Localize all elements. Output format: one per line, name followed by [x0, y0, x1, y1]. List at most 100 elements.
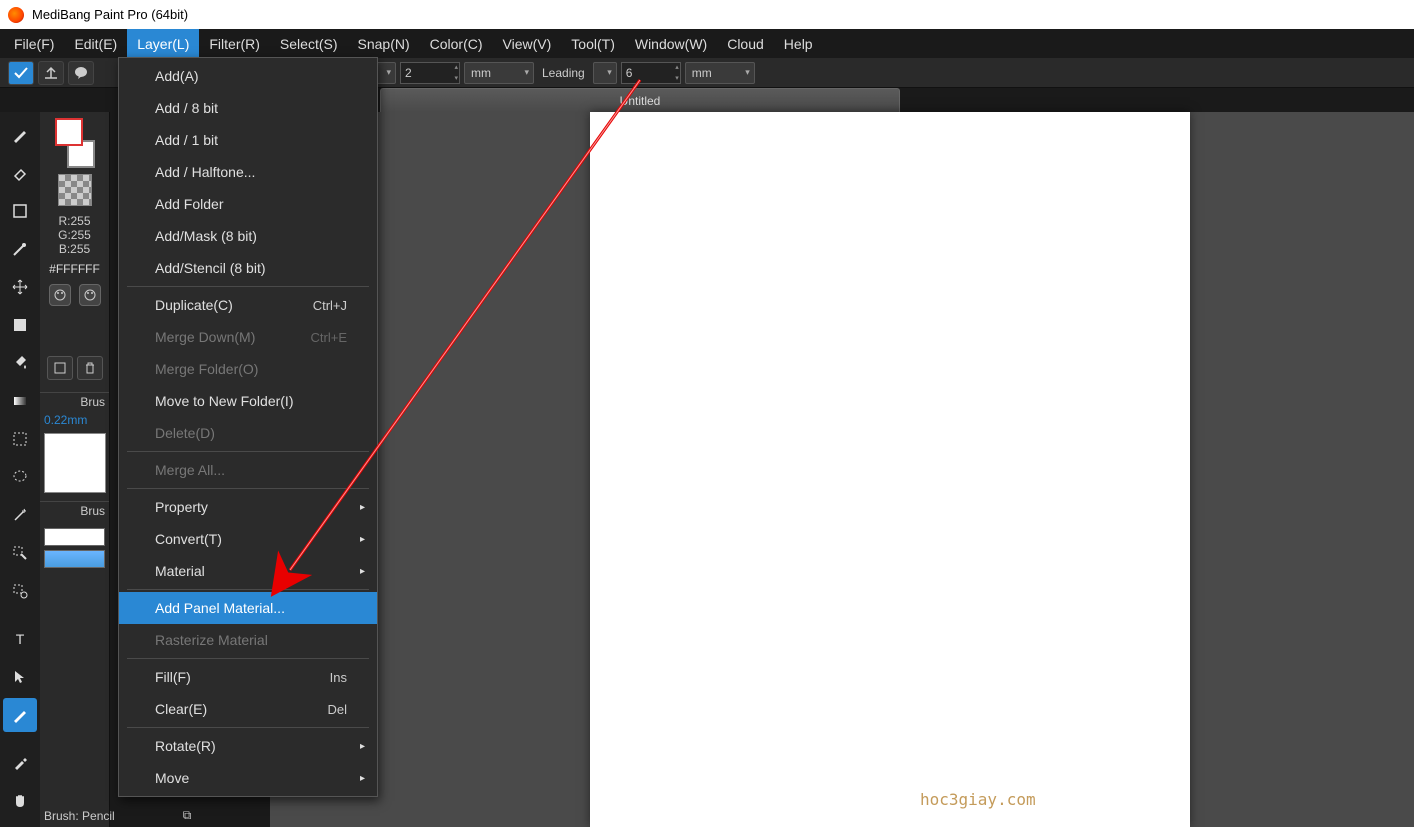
menu-item-add-8-bit[interactable]: Add / 8 bit	[119, 92, 377, 124]
layer-new-btn[interactable]	[47, 356, 73, 380]
layer-delete-btn[interactable]	[77, 356, 103, 380]
menu-item-add-folder[interactable]: Add Folder	[119, 188, 377, 220]
tool-text[interactable]: T	[3, 622, 37, 656]
tool-operation[interactable]	[3, 660, 37, 694]
opt-unit-1[interactable]: mm	[464, 62, 534, 84]
menu-item-move[interactable]: Move▸	[119, 762, 377, 794]
tool-fill[interactable]	[3, 308, 37, 342]
brush-footer-label: Brush: Pencil	[44, 809, 115, 823]
brush-panel-label-1: Brus	[40, 392, 109, 411]
menu-item-material[interactable]: Material▸	[119, 555, 377, 587]
menu-item-add-panel-material[interactable]: Add Panel Material...	[119, 592, 377, 624]
tool-divide[interactable]	[3, 698, 37, 732]
brush-list	[40, 520, 109, 576]
menu-item-convert-t[interactable]: Convert(T)▸	[119, 523, 377, 555]
canvas-container[interactable]	[270, 112, 1414, 827]
menu-item-label: Add / 8 bit	[155, 100, 218, 116]
canvas[interactable]	[590, 112, 1190, 827]
menu-item-merge-folder-o: Merge Folder(O)	[119, 353, 377, 385]
menu-item-clear-e[interactable]: Clear(E)Del	[119, 693, 377, 725]
opt-btn-share[interactable]	[38, 61, 64, 85]
menu-layer[interactable]: Layer(L)	[127, 29, 199, 58]
menu-item-label: Convert(T)	[155, 531, 222, 547]
submenu-arrow-icon: ▸	[360, 741, 365, 752]
menu-tool[interactable]: Tool(T)	[561, 29, 625, 58]
app-icon	[8, 7, 24, 23]
menu-item-rotate-r[interactable]: Rotate(R) ▸	[119, 730, 377, 762]
menu-item-merge-all: Merge All...	[119, 454, 377, 486]
menu-help[interactable]: Help	[774, 29, 823, 58]
menu-item-add-stencil-8-bit[interactable]: Add/Stencil (8 bit)	[119, 252, 377, 284]
color-swatches[interactable]	[55, 118, 95, 168]
fill-square-icon	[11, 316, 29, 334]
side-panel: R:255 G:255 B:255 #FFFFFF Brus 0.22mm Br…	[40, 112, 110, 827]
brush-size-preview[interactable]	[44, 433, 106, 493]
submenu-arrow-icon: ▸	[360, 773, 365, 784]
watermark: hoc3giay.com	[920, 790, 1036, 809]
layer-action-buttons	[40, 352, 109, 384]
document-tab[interactable]: Untitled	[380, 88, 900, 112]
app-title: MediBang Paint Pro (64bit)	[32, 7, 188, 22]
menu-separator	[127, 727, 369, 728]
page-icon	[53, 361, 67, 375]
menu-item-label: Rotate(R)	[155, 738, 216, 754]
opt-btn-confirm[interactable]	[8, 61, 34, 85]
menu-window[interactable]: Window(W)	[625, 29, 717, 58]
tool-lasso[interactable]	[3, 460, 37, 494]
pointer-icon	[11, 668, 29, 686]
popout-icon[interactable]: ⧉	[183, 808, 192, 823]
menu-item-add-halftone[interactable]: Add / Halftone...	[119, 156, 377, 188]
menu-filter[interactable]: Filter(R)	[199, 29, 270, 58]
menu-select[interactable]: Select(S)	[270, 29, 348, 58]
tool-eyedropper[interactable]	[3, 746, 37, 780]
brush-size-label: 0.22mm	[40, 411, 109, 429]
tool-brush[interactable]	[3, 118, 37, 152]
b-value: B:255	[40, 242, 109, 256]
palette-btn-1[interactable]	[49, 284, 71, 306]
menu-shortcut: Ins	[330, 670, 347, 685]
menu-item-add-mask-8-bit[interactable]: Add/Mask (8 bit)	[119, 220, 377, 252]
tool-bucket[interactable]	[3, 346, 37, 380]
menu-item-add-a[interactable]: Add(A)	[119, 60, 377, 92]
menu-item-move-to-new-folder-i[interactable]: Move to New Folder(I)	[119, 385, 377, 417]
menu-item-label: Add/Stencil (8 bit)	[155, 260, 266, 276]
tool-magic-wand[interactable]	[3, 498, 37, 532]
tool-select-rect[interactable]	[3, 422, 37, 456]
menu-view[interactable]: View(V)	[493, 29, 562, 58]
menu-snap[interactable]: Snap(N)	[348, 29, 420, 58]
brush-footer: Brush: Pencil ⧉	[44, 808, 191, 823]
share-icon	[42, 64, 60, 82]
square-icon	[11, 202, 29, 220]
magic-wand-icon	[11, 506, 29, 524]
menu-edit[interactable]: Edit(E)	[64, 29, 127, 58]
brush-item-2[interactable]	[44, 550, 105, 568]
tool-move[interactable]	[3, 270, 37, 304]
menu-file[interactable]: File(F)	[4, 29, 64, 58]
tool-shape[interactable]	[3, 194, 37, 228]
opt-dropdown-2[interactable]	[593, 62, 617, 84]
tool-gradient[interactable]	[3, 384, 37, 418]
opt-input-1[interactable]	[400, 62, 460, 84]
tool-eraser[interactable]	[3, 156, 37, 190]
tool-dot-brush[interactable]	[3, 232, 37, 266]
menu-item-add-1-bit[interactable]: Add / 1 bit	[119, 124, 377, 156]
menu-item-label: Merge Folder(O)	[155, 361, 258, 377]
foreground-swatch[interactable]	[55, 118, 83, 146]
menu-cloud[interactable]: Cloud	[717, 29, 774, 58]
palette-btn-2[interactable]	[79, 284, 101, 306]
select-pen-icon	[11, 544, 29, 562]
opt-unit-2[interactable]: mm	[685, 62, 755, 84]
menu-item-duplicate-c[interactable]: Duplicate(C)Ctrl+J	[119, 289, 377, 321]
brush-item-1[interactable]	[44, 528, 105, 546]
layer-dropdown-menu: Add(A) Add / 8 bit Add / 1 bitAdd / Halfto…	[118, 57, 378, 797]
opt-btn-speech[interactable]	[68, 61, 94, 85]
menu-item-fill-f[interactable]: Fill(F)Ins	[119, 661, 377, 693]
tool-hand[interactable]	[3, 784, 37, 818]
opt-input-2[interactable]	[621, 62, 681, 84]
transparent-swatch[interactable]	[58, 174, 92, 206]
menu-item-property[interactable]: Property▸	[119, 491, 377, 523]
tool-select-pen[interactable]	[3, 536, 37, 570]
menu-shortcut: Del	[327, 702, 347, 717]
tool-select-eraser[interactable]	[3, 574, 37, 608]
menu-color[interactable]: Color(C)	[420, 29, 493, 58]
